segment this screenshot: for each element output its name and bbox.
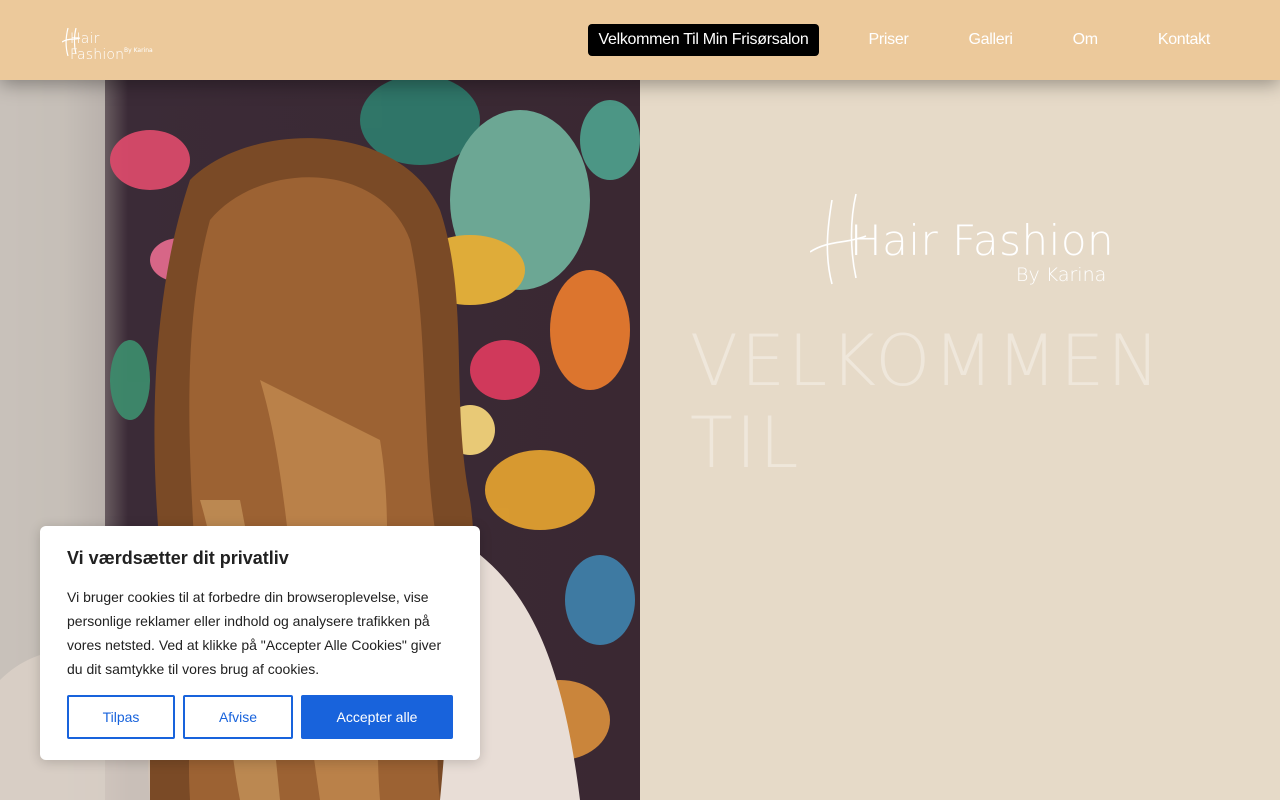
cookie-consent-banner: Vi værdsætter dit privatliv Vi bruger co… [40,526,480,760]
site-logo[interactable]: Hair Fashion By Karina [62,22,158,63]
cookie-reject-button[interactable]: Afvise [183,695,293,739]
logo-subtext: By Karina [124,47,153,54]
hero-logo: Hair Fashion By Karina [810,190,1120,290]
site-header: Hair Fashion By Karina Velkommen Til Min… [0,0,1280,80]
cookie-accept-all-button[interactable]: Accepter alle [301,695,453,739]
main-nav: Velkommen Til Min Frisørsalon Priser Gal… [588,24,1220,56]
hero-logo-subtext: By Karina [1016,264,1107,286]
welcome-panel: Hair Fashion By Karina VELKOMMEN TIL [640,80,1280,800]
nav-item-kontakt[interactable]: Kontakt [1148,24,1220,56]
nav-item-priser[interactable]: Priser [859,24,919,56]
cookie-buttons: Tilpas Afvise Accepter alle [67,695,453,739]
cookie-title: Vi værdsætter dit privatliv [67,548,289,568]
cookie-description: Vi bruger cookies til at forbedre din br… [67,589,442,677]
cookie-customize-button[interactable]: Tilpas [67,695,175,739]
nav-item-velkommen[interactable]: Velkommen Til Min Frisørsalon [588,24,819,56]
nav-item-om[interactable]: Om [1063,24,1108,56]
hero-logo-text: Hair Fashion [850,216,1115,265]
nav-item-galleri[interactable]: Galleri [959,24,1023,56]
welcome-heading: VELKOMMEN TIL [690,320,1163,484]
